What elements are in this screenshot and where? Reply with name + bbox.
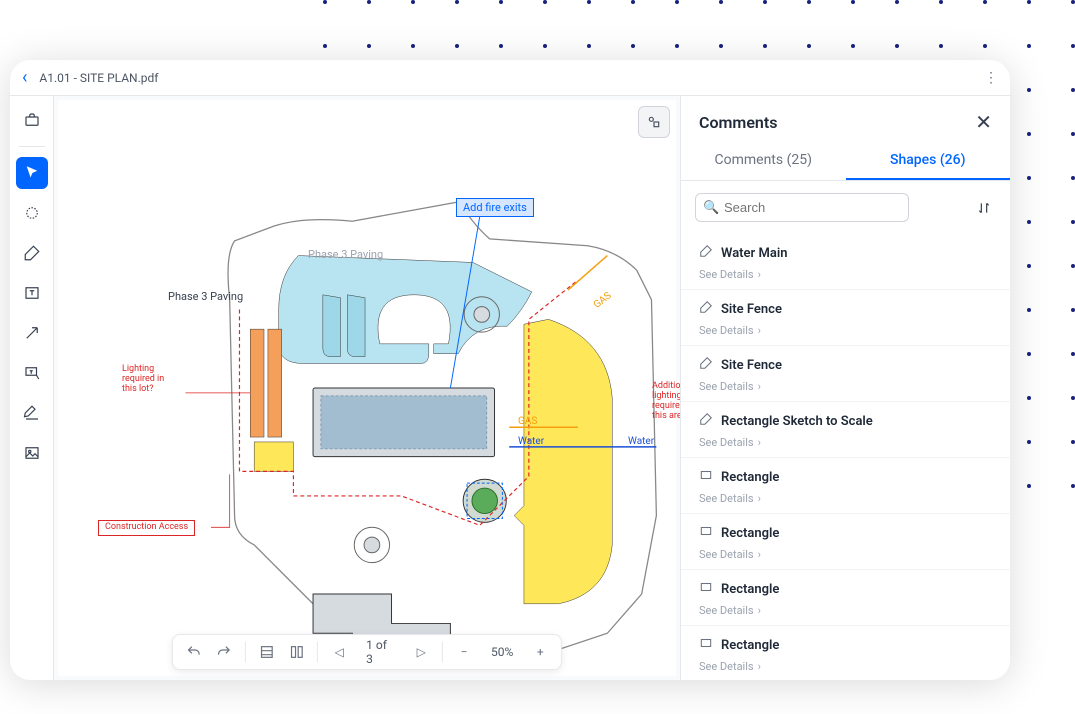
panel-toggle-button[interactable] xyxy=(638,106,670,138)
see-details-link[interactable]: See Details › xyxy=(699,548,992,561)
more-menu[interactable]: ⋮ xyxy=(984,70,998,86)
see-details-link[interactable]: See Details › xyxy=(699,268,992,281)
shape-type-icon xyxy=(699,580,713,598)
zoom-out-button[interactable]: − xyxy=(451,638,477,666)
zoom-label: 50% xyxy=(481,645,523,659)
document-title: A1.01 - SITE PLAN.pdf xyxy=(39,71,158,85)
pen-tool[interactable] xyxy=(16,237,48,269)
titlebar: ‹ A1.01 - SITE PLAN.pdf ⋮ xyxy=(10,60,1010,96)
label-water-1: Water xyxy=(518,436,544,447)
sort-button[interactable] xyxy=(972,196,996,220)
shape-item[interactable]: Site Fence See Details › xyxy=(681,290,1010,346)
shape-label: Rectangle xyxy=(721,582,779,597)
redo-button[interactable] xyxy=(211,638,237,666)
view-list-button[interactable] xyxy=(254,638,280,666)
shape-label: Site Fence xyxy=(721,358,782,373)
see-details-link[interactable]: See Details › xyxy=(699,324,992,337)
canvas[interactable]: for(let i=0;i<28;i++){document.write('')… xyxy=(54,96,680,680)
callout-fire-exits[interactable]: Add fire exits xyxy=(456,198,534,217)
toolbox-tool[interactable] xyxy=(16,104,48,136)
arrow-tool[interactable] xyxy=(16,317,48,349)
view-grid-button[interactable] xyxy=(283,638,309,666)
shape-type-icon xyxy=(699,300,713,318)
search-input[interactable] xyxy=(695,193,909,222)
shape-label: Water Main xyxy=(721,246,787,261)
see-details-link[interactable]: See Details › xyxy=(699,604,992,617)
shape-item[interactable]: Water Main See Details › xyxy=(681,234,1010,290)
comments-panel: Comments ✕ Comments (25) Shapes (26) 🔍 W… xyxy=(680,96,1010,680)
panel-tabs: Comments (25) Shapes (26) xyxy=(681,142,1010,181)
left-toolbar xyxy=(10,96,54,680)
highlight-tool[interactable] xyxy=(16,397,48,429)
shape-type-icon xyxy=(699,244,713,262)
callout-lighting[interactable]: Lighting required in this lot? xyxy=(116,363,178,397)
shape-label: Rectangle Sketch to Scale xyxy=(721,414,873,429)
shape-label: Site Fence xyxy=(721,302,782,317)
shape-label: Rectangle xyxy=(721,526,779,541)
label-phase3-a: Phase 3 Paving xyxy=(168,290,243,303)
page-label: 1 of 3 xyxy=(356,638,404,666)
callout-additional-lighting[interactable]: Additional lighting required in this are… xyxy=(646,380,680,424)
prev-page-button[interactable]: ◁ xyxy=(326,638,352,666)
back-button[interactable]: ‹ xyxy=(22,67,27,88)
shape-item[interactable]: Rectangle Sketch to Scale See Details › xyxy=(681,402,1010,458)
bottombar: ◁ 1 of 3 ▷ − 50% + xyxy=(172,634,562,670)
close-panel-button[interactable]: ✕ xyxy=(975,110,992,134)
label-water-2: Water xyxy=(628,436,654,447)
shape-type-icon xyxy=(699,412,713,430)
callout-construction-access[interactable]: Construction Access xyxy=(98,520,195,536)
tab-comments[interactable]: Comments (25) xyxy=(681,142,846,180)
shape-item[interactable]: Rectangle See Details › xyxy=(681,570,1010,626)
callout-tool[interactable] xyxy=(16,357,48,389)
shape-item[interactable]: Rectangle See Details › xyxy=(681,626,1010,680)
shape-tool[interactable] xyxy=(16,197,48,229)
next-page-button[interactable]: ▷ xyxy=(408,638,434,666)
select-tool[interactable] xyxy=(16,157,48,189)
shape-type-icon xyxy=(699,468,713,486)
see-details-link[interactable]: See Details › xyxy=(699,660,992,673)
text-tool[interactable] xyxy=(16,277,48,309)
tab-shapes[interactable]: Shapes (26) xyxy=(846,142,1011,180)
shape-type-icon xyxy=(699,524,713,542)
zoom-in-button[interactable]: + xyxy=(527,638,553,666)
shape-item[interactable]: Rectangle See Details › xyxy=(681,458,1010,514)
shape-item[interactable]: Rectangle See Details › xyxy=(681,514,1010,570)
shape-item[interactable]: Site Fence See Details › xyxy=(681,346,1010,402)
see-details-link[interactable]: See Details › xyxy=(699,436,992,449)
see-details-link[interactable]: See Details › xyxy=(699,492,992,505)
shape-label: Rectangle xyxy=(721,470,779,485)
panel-title: Comments xyxy=(699,113,777,132)
app-window: ‹ A1.01 - SITE PLAN.pdf ⋮ xyxy=(10,60,1010,680)
label-phase3-b: Phase 3 Paving xyxy=(308,248,383,261)
image-tool[interactable] xyxy=(16,437,48,469)
shape-list: Water Main See Details › Site Fence See Det… xyxy=(681,234,1010,680)
see-details-link[interactable]: See Details › xyxy=(699,380,992,393)
label-gas-1: GAS xyxy=(518,416,537,427)
shape-label: Rectangle xyxy=(721,638,779,653)
shape-type-icon xyxy=(699,356,713,374)
search-icon: 🔍 xyxy=(703,200,719,215)
undo-button[interactable] xyxy=(181,638,207,666)
shape-type-icon xyxy=(699,636,713,654)
